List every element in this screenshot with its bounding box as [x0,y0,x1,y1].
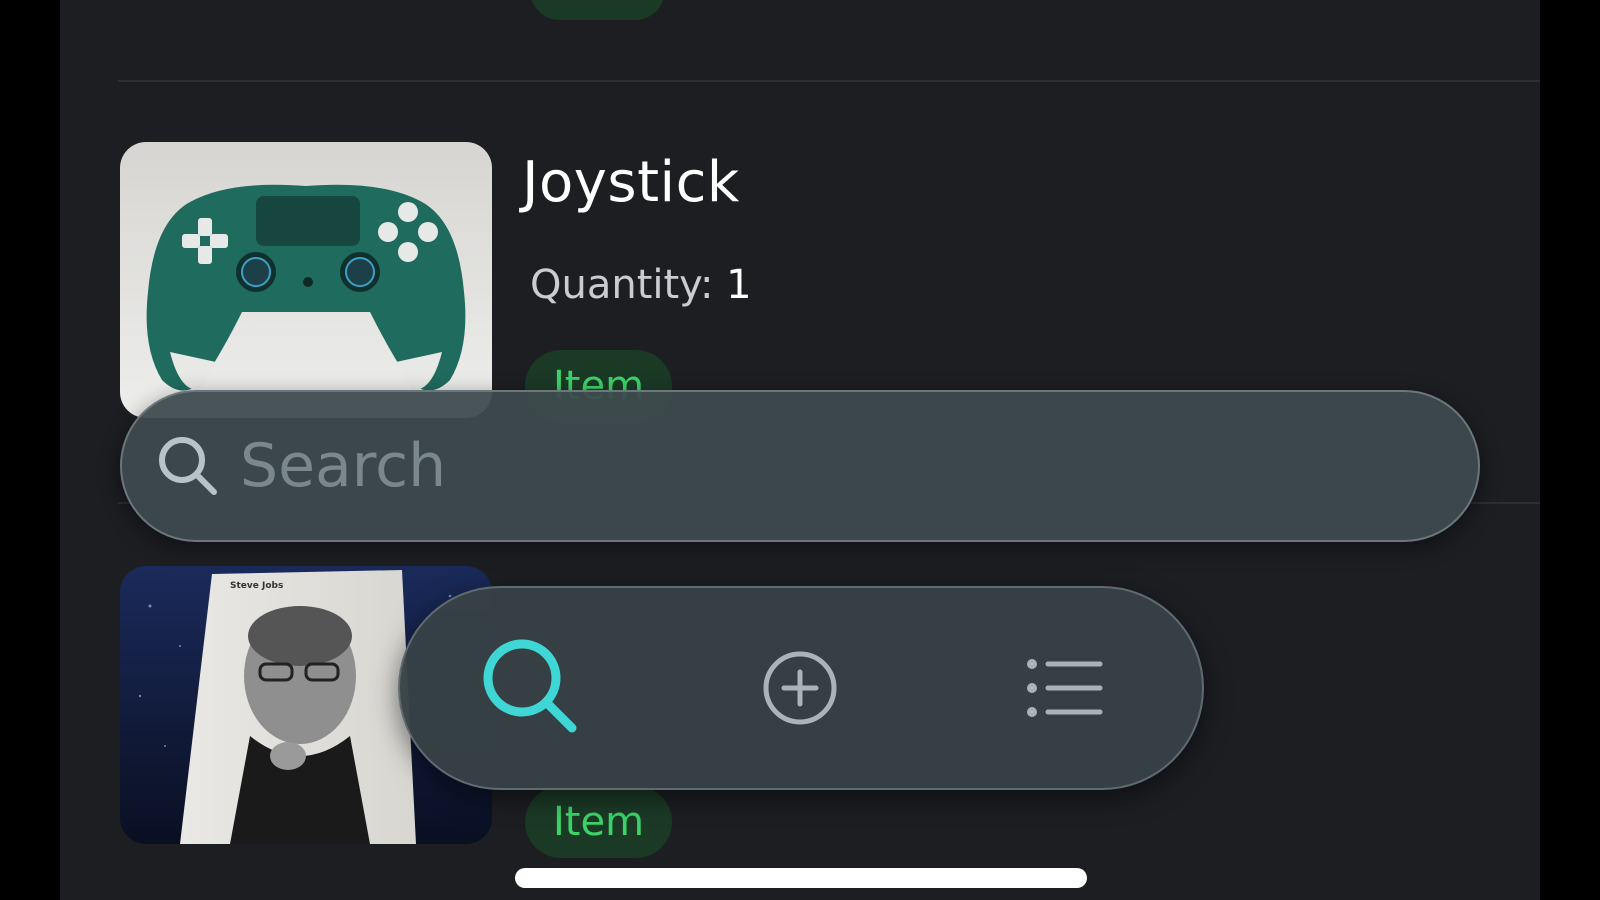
list-icon [1027,659,1103,717]
item-tag-partial [530,0,665,20]
quantity-value: 1 [726,262,752,308]
list-divider [118,80,1540,82]
quantity-label: Quantity: [530,262,714,308]
search-icon [154,432,222,500]
search-bar[interactable] [120,390,1480,542]
app-screen: Joystick Quantity: 1 Item Steve Jobs Ite… [60,0,1540,900]
search-icon [483,639,577,733]
item-tag: Item [525,786,673,858]
item-quantity: Quantity: 1 [530,262,752,308]
tab-search[interactable] [472,628,592,748]
tab-add[interactable] [740,628,860,748]
tab-list[interactable] [1004,628,1124,748]
search-input[interactable] [240,420,1420,512]
item-thumbnail-gamepad [120,142,492,418]
svg-text:Steve Jobs: Steve Jobs [230,581,283,591]
item-title: Joystick [522,150,740,215]
bottom-tab-bar [398,586,1204,790]
add-circle-icon [763,651,837,725]
home-indicator[interactable] [515,868,1087,888]
